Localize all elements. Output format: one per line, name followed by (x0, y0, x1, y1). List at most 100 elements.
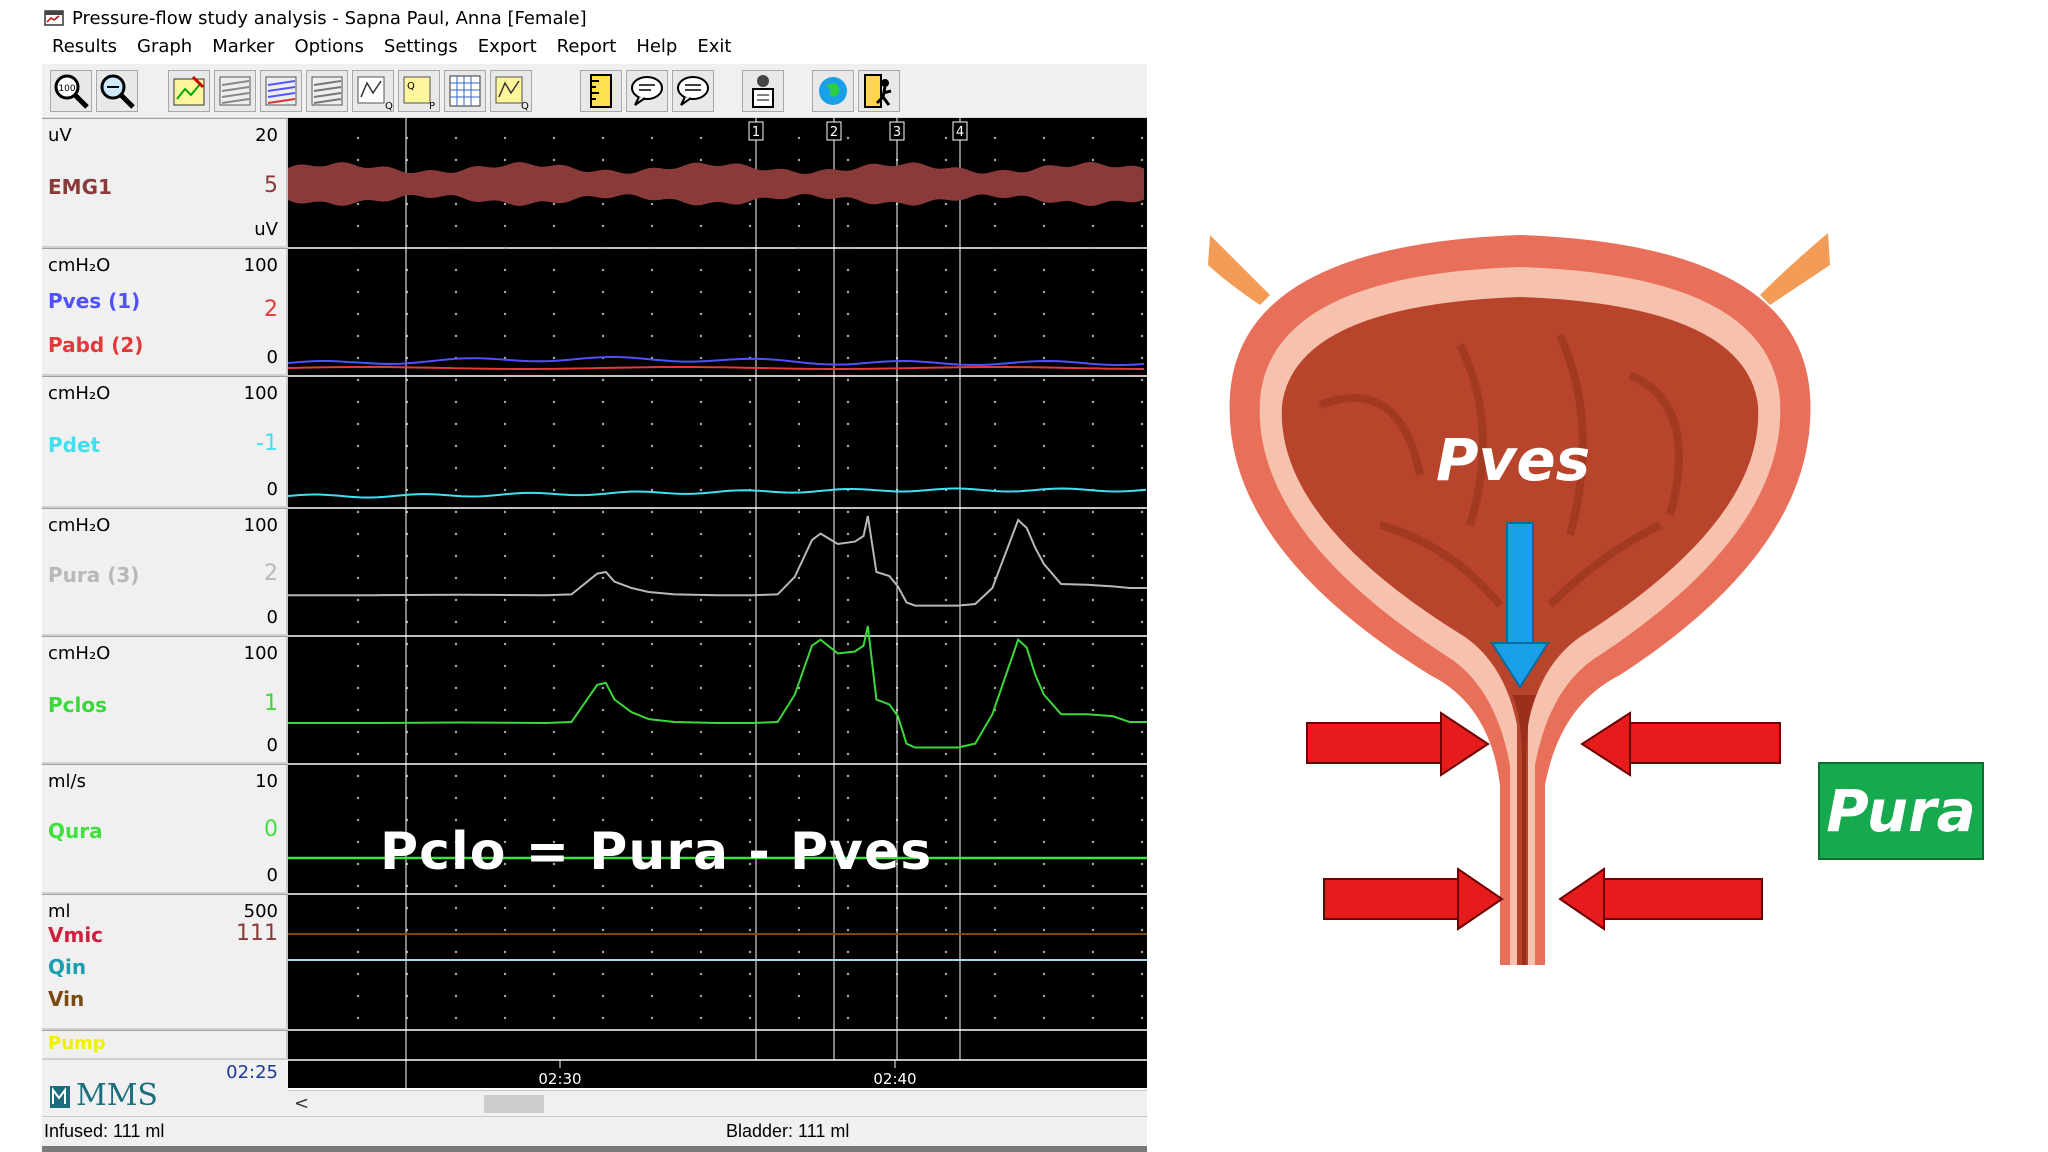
grid-dot (944, 444, 948, 448)
patient-button[interactable] (742, 70, 784, 112)
channel-emg1[interactable]: uV 20 EMG1 5 uV (42, 118, 288, 248)
marker-label: 2 (830, 125, 838, 140)
grid-dot (356, 356, 360, 360)
comment-button[interactable] (626, 70, 668, 112)
grid-dot (1042, 950, 1046, 954)
exit-button[interactable] (858, 70, 900, 112)
menu-export[interactable]: Export (478, 36, 537, 62)
grid-dot (1042, 708, 1046, 712)
grid-dot (748, 466, 752, 470)
scroll-left-icon[interactable]: < (294, 1093, 309, 1114)
channel-pves-pabd[interactable]: cmH₂O 100 Pves (1) 2 Pabd (2) 0 (42, 248, 288, 376)
graph-q-button[interactable]: Q (352, 70, 394, 112)
grid-dot (601, 1016, 605, 1020)
grid-dot (944, 1016, 948, 1020)
channel-pump[interactable]: Pump (42, 1030, 288, 1060)
graph-q2-button[interactable]: Q (490, 70, 532, 112)
grid-dot (356, 818, 360, 822)
graph-qp-button[interactable]: QP (398, 70, 440, 112)
channel-max: 10 (255, 771, 278, 792)
grid-dot (601, 928, 605, 932)
zoom-100-button[interactable]: 100 (50, 70, 92, 112)
grid-dot (356, 620, 360, 624)
grid-dot (503, 554, 507, 558)
grid-dot (797, 928, 801, 932)
channel-pclos[interactable]: cmH₂O 100 Pclos 1 0 (42, 636, 288, 764)
grid-dot (944, 620, 948, 624)
graph-button-3[interactable] (260, 70, 302, 112)
grid-dot (944, 422, 948, 426)
menu-options[interactable]: Options (294, 36, 363, 62)
grid-dot (552, 202, 556, 206)
grid-dot (748, 224, 752, 228)
grid-dot (454, 202, 458, 206)
grid-dot (503, 686, 507, 690)
grid-dot (1140, 884, 1144, 888)
menu-results[interactable]: Results (52, 36, 117, 62)
menu-help[interactable]: Help (636, 36, 677, 62)
menu-marker[interactable]: Marker (212, 36, 274, 62)
grid-dot (503, 730, 507, 734)
grid-dot (699, 290, 703, 294)
grid-dot (503, 664, 507, 668)
horizontal-scrollbar[interactable]: < (288, 1090, 1147, 1116)
grid-dot (1042, 862, 1046, 866)
grid-dot (993, 642, 997, 646)
grid-dot (1140, 466, 1144, 470)
globe-button[interactable] (812, 70, 854, 112)
pves-label-text: Pves (1436, 426, 1591, 494)
graph-button-2[interactable] (214, 70, 256, 112)
grid-dot (699, 510, 703, 514)
grid-dot (993, 686, 997, 690)
grid-dot (846, 686, 850, 690)
grid-dot (748, 774, 752, 778)
grid-dot (993, 400, 997, 404)
graph-edit-button[interactable] (168, 70, 210, 112)
grid-dot (797, 752, 801, 756)
grid-dot (601, 422, 605, 426)
grid-dot (1140, 334, 1144, 338)
graph-button-4[interactable] (306, 70, 348, 112)
menu-graph[interactable]: Graph (137, 36, 192, 62)
grid-dot (1091, 796, 1095, 800)
grid-dot (1042, 686, 1046, 690)
grid-dot (846, 158, 850, 162)
grid-dot (1091, 950, 1095, 954)
pura-label-text: Pura (1826, 777, 1976, 845)
menu-exit[interactable]: Exit (697, 36, 731, 62)
channel-pura[interactable]: cmH₂O 100 Pura (3) 2 0 (42, 508, 288, 636)
svg-text:100: 100 (58, 84, 75, 94)
menu-report[interactable]: Report (557, 36, 617, 62)
zoom-out-button[interactable] (96, 70, 138, 112)
signal-graph[interactable]: 1 2 3 4 02:30 02:40 (288, 118, 1147, 1088)
channel-qura[interactable]: ml/s 10 Qura 0 0 (42, 764, 288, 894)
grid-dot (552, 136, 556, 140)
grid-dot (993, 774, 997, 778)
grid-dot (503, 268, 507, 272)
menu-settings[interactable]: Settings (384, 36, 458, 62)
grid-dot (944, 378, 948, 382)
grid-dot (552, 554, 556, 558)
grid-button[interactable] (444, 70, 486, 112)
grid-dot (993, 928, 997, 932)
grid-dot (650, 466, 654, 470)
grid-dot (944, 136, 948, 140)
comment-list-button[interactable] (672, 70, 714, 112)
scroll-thumb[interactable] (484, 1095, 544, 1113)
channel-volume[interactable]: ml 500 Vmic 111 Qin Vin (42, 894, 288, 1030)
svg-text:Q: Q (385, 101, 393, 111)
grid-dot (748, 950, 752, 954)
grid-dot (552, 686, 556, 690)
grid-dot (601, 290, 605, 294)
grid-dot (993, 620, 997, 624)
comment-list-icon (677, 76, 709, 106)
grid-dot (356, 576, 360, 580)
grid-dot (748, 708, 752, 712)
grid-dot (356, 444, 360, 448)
grid-dot (699, 598, 703, 602)
grid-dot (699, 224, 703, 228)
grid-dot (1042, 642, 1046, 646)
channel-pdet[interactable]: cmH₂O 100 Pdet -1 0 (42, 376, 288, 508)
grid-dot (699, 378, 703, 382)
ruler-button[interactable] (580, 70, 622, 112)
